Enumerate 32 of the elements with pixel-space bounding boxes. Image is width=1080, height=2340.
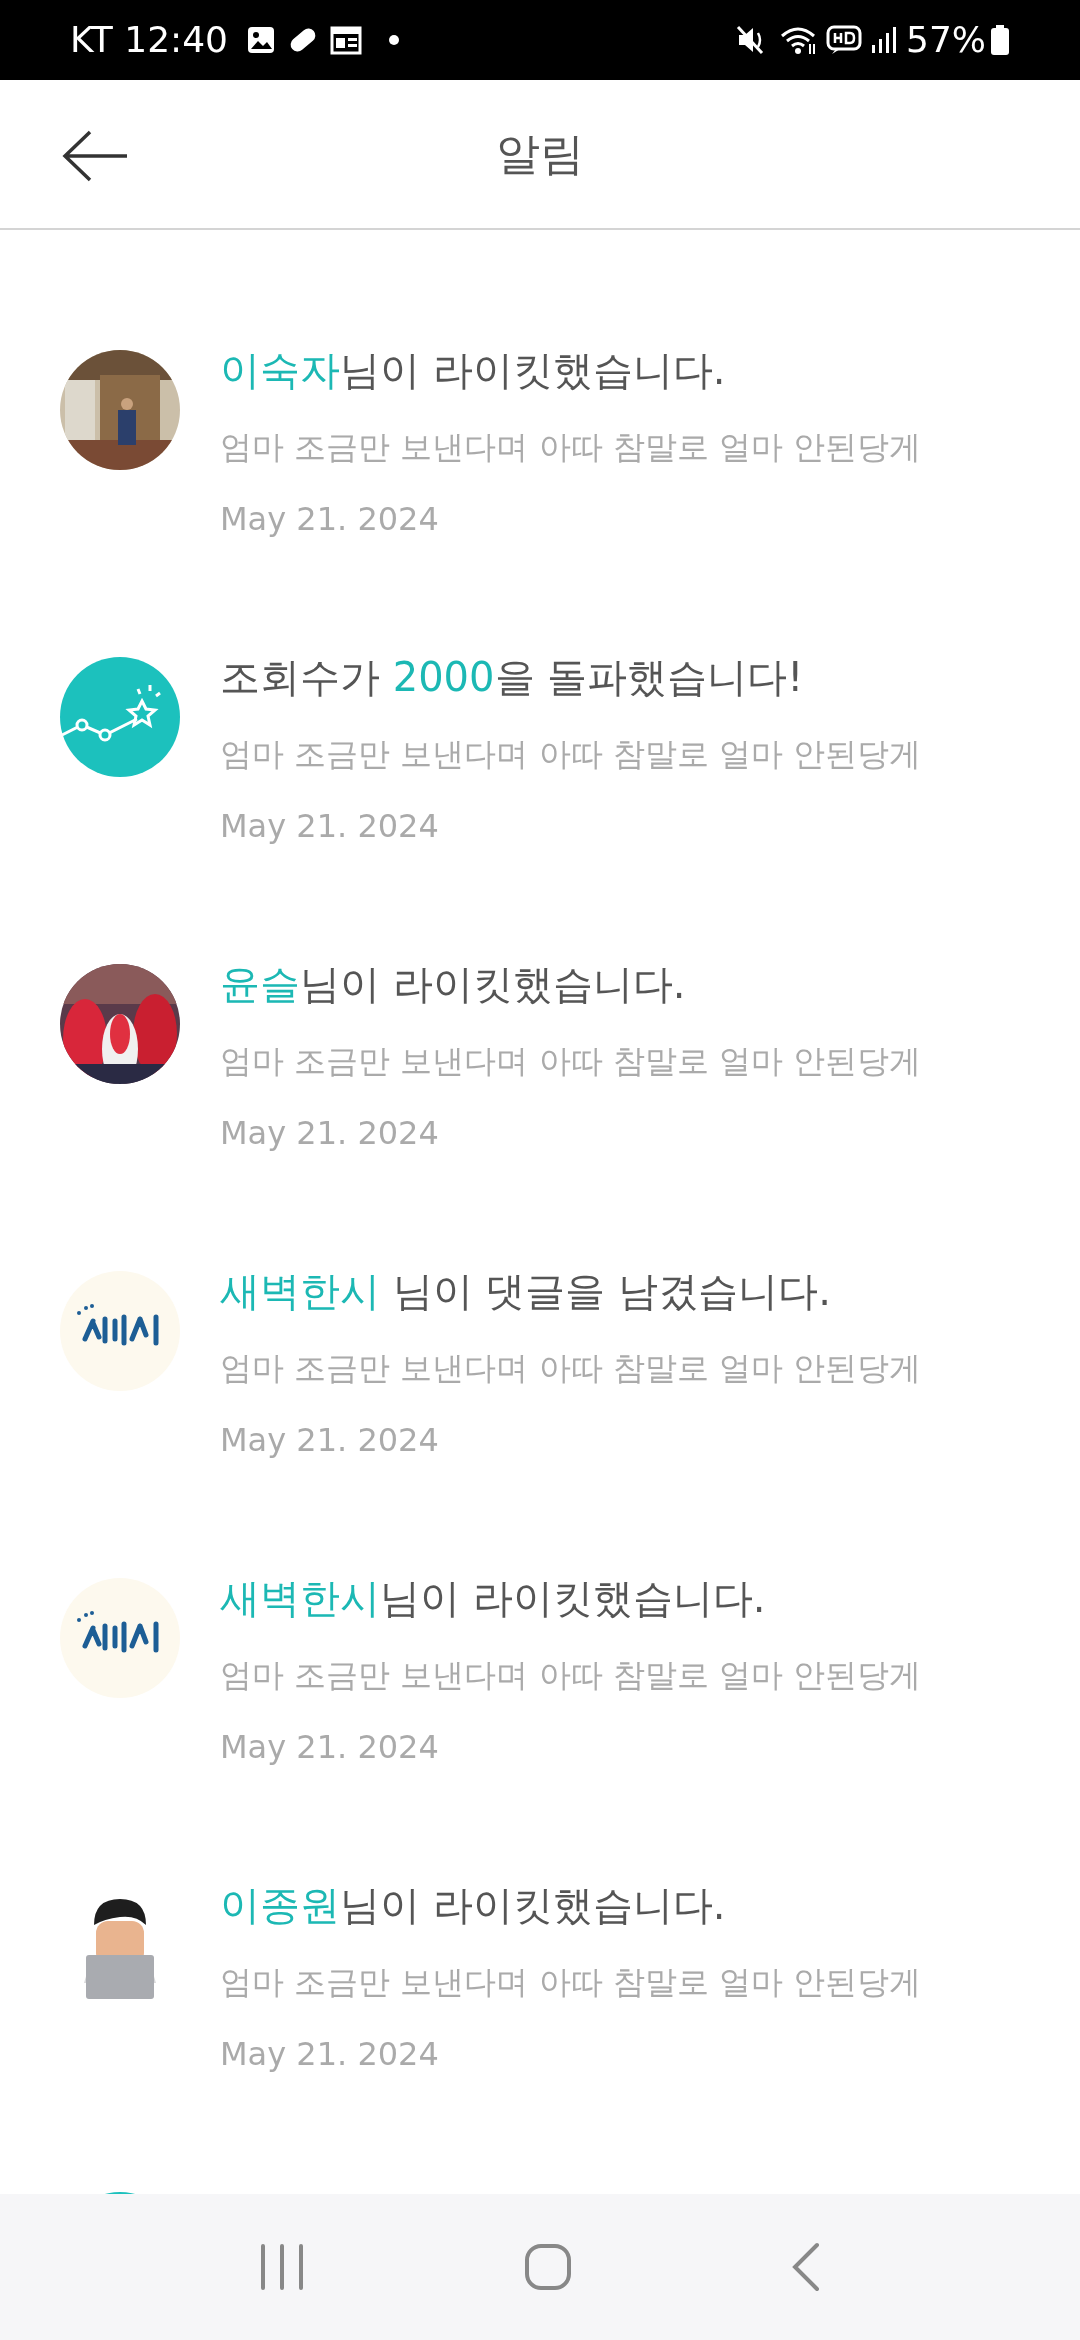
mute-icon [736,25,766,55]
back-icon[interactable] [790,2242,821,2292]
page-title: 알림 [496,127,584,181]
notification-excerpt: 엄마 조금만 보낸다며 아따 참말로 얼마 안된당게 [220,1348,922,1389]
notification-excerpt: 엄마 조금만 보낸다며 아따 참말로 얼마 안된당게 [220,1655,922,1696]
notification-date: May 21. 2024 [220,1727,439,1768]
gallery-icon [246,25,276,55]
notification-title[interactable]: 조회수가 2000을 돌파했습니다! [220,647,804,707]
hd-call-icon [826,24,862,56]
notification-date: May 21. 2024 [220,1113,439,1154]
notification-date: May 21. 2024 [220,1420,439,1461]
battery-percent: 57% [906,22,986,58]
notification-date: May 21. 2024 [220,499,439,540]
notification-date: May 21. 2024 [220,2034,439,2075]
notification-excerpt: 엄마 조금만 보낸다며 아따 참말로 얼마 안된당게 [220,734,922,775]
notification-date: May 21. 2024 [220,806,439,847]
notification-dot-icon [388,34,400,46]
home-icon[interactable] [524,2243,572,2291]
notification-title[interactable]: 이숙자님이 라이킷했습니다. [220,340,726,400]
notification-excerpt: 엄마 조금만 보낸다며 아따 참말로 얼마 안된당게 [220,1962,922,2003]
signal-icon [870,25,898,55]
notification-title[interactable]: 이종원님이 라이킷했습니다. [220,1875,726,1935]
notification-title[interactable]: 새벽한시 님이 댓글을 남겼습니다. [220,1261,831,1321]
status-time: KT 12:40 [70,22,228,58]
notification-title[interactable]: 새벽한시 님이 라이킷했습니다. [220,1568,766,1628]
notification-excerpt: 엄마 조금만 보낸다며 아따 참말로 얼마 안된당게 [220,427,922,468]
calendar-icon [330,25,362,55]
back-arrow-icon[interactable] [62,130,128,182]
recent-apps-icon[interactable] [259,2244,306,2290]
battery-icon [990,24,1010,56]
notification-title[interactable]: 윤슬님이 라이킷했습니다. [220,954,686,1014]
notification-excerpt: 엄마 조금만 보낸다며 아따 참말로 얼마 안된당게 [220,1041,922,1082]
